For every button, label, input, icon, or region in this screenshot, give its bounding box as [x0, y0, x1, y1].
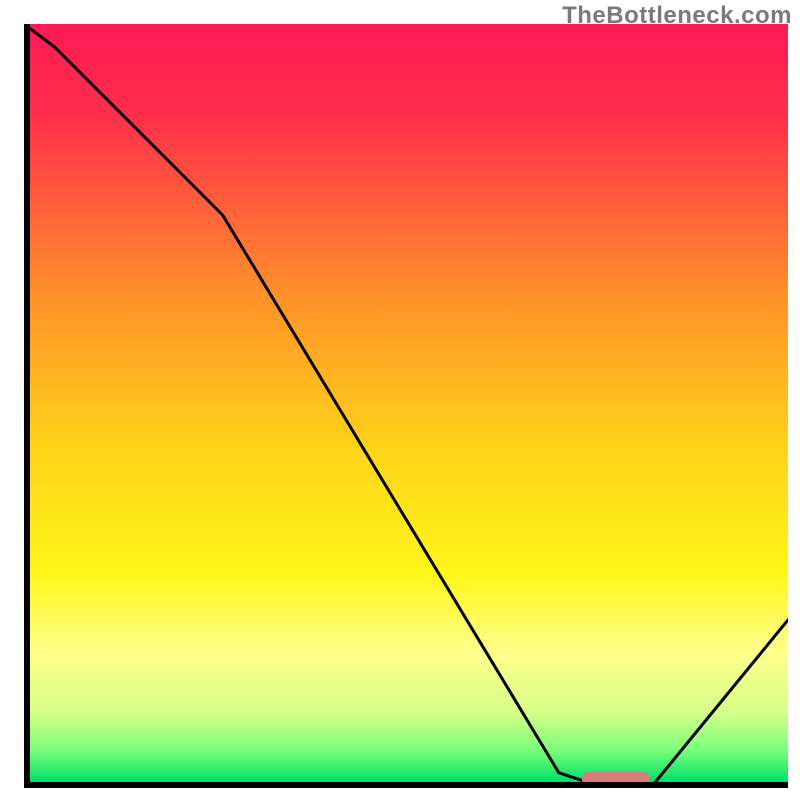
bottleneck-curve	[24, 24, 788, 788]
plot-area	[24, 24, 788, 788]
y-axis	[24, 24, 30, 788]
x-axis	[24, 782, 788, 788]
chart-stage: TheBottleneck.com	[0, 0, 800, 800]
curve-path	[24, 24, 788, 788]
